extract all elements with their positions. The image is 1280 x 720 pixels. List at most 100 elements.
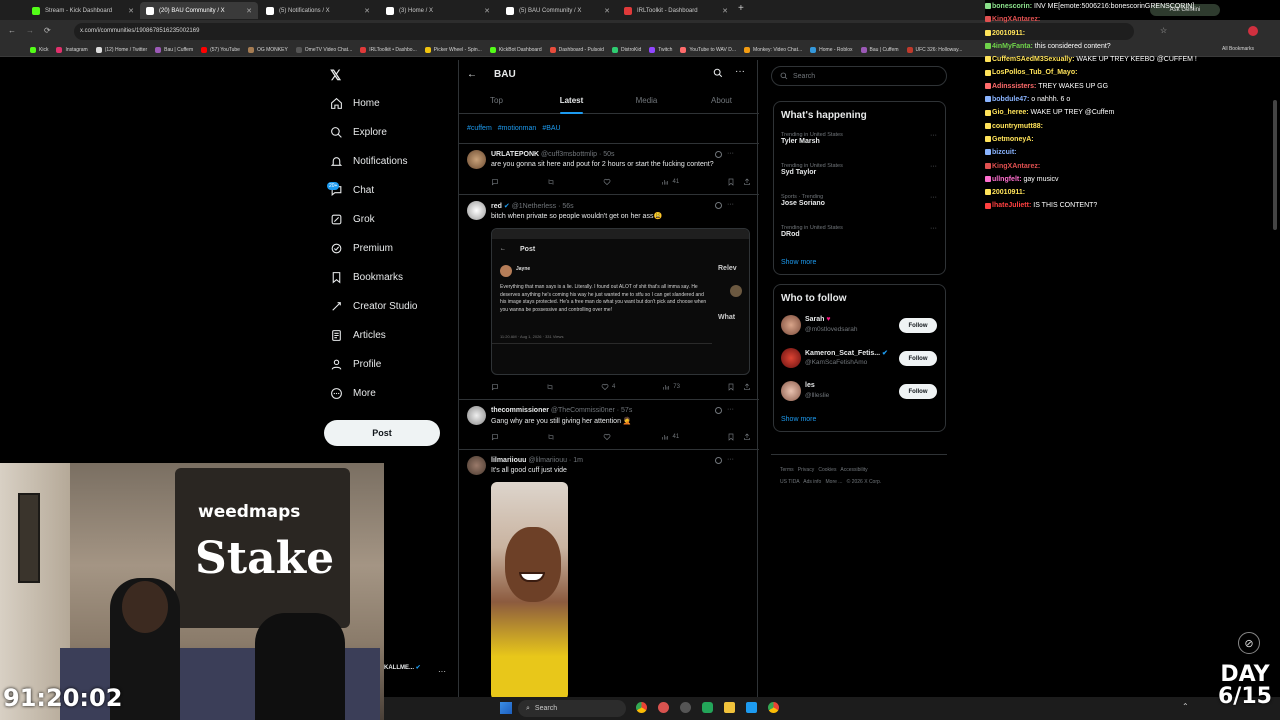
bookmark-item[interactable]: Kick xyxy=(30,46,48,53)
back-arrow-icon[interactable]: ← xyxy=(8,26,16,35)
more-options-icon[interactable]: ··· xyxy=(930,194,937,201)
chat-username[interactable]: GetmoneyA: xyxy=(992,136,1034,143)
bookmark-item[interactable]: DistroKid xyxy=(611,46,641,53)
repost-button[interactable] xyxy=(547,178,555,186)
bookmark-item[interactable]: Bau | Cuffem xyxy=(860,46,899,53)
nav-home[interactable]: Home xyxy=(330,97,380,110)
chat-username[interactable]: Gio_heree: xyxy=(992,109,1029,116)
bookmark-item[interactable]: UFC 326: Holloway... xyxy=(906,46,962,53)
close-icon[interactable]: ✕ xyxy=(246,7,252,15)
bookmark-item[interactable]: IRLToolkit • Dashbo... xyxy=(360,46,417,53)
more-options-icon[interactable]: ··· xyxy=(727,406,734,413)
chat-username[interactable]: CuffemSAedM3Sexually: xyxy=(992,56,1074,63)
browser-tab[interactable]: (5) BAU Community / X ✕ xyxy=(500,2,616,19)
grok-fab-icon[interactable]: ⊘ xyxy=(1238,632,1260,654)
nav-profile[interactable]: Profile xyxy=(330,358,381,371)
search-input[interactable]: Search xyxy=(771,66,947,86)
search-icon[interactable] xyxy=(713,68,723,78)
chat-username[interactable]: bonescorin: xyxy=(992,3,1032,10)
bookmark-item[interactable]: Home - Roblox xyxy=(810,46,853,53)
chat-username[interactable]: lhateJuliett: xyxy=(992,202,1031,209)
footer-link[interactable]: Cookies xyxy=(818,467,836,473)
bookmark-item[interactable]: YouTube to WAV D... xyxy=(680,46,736,53)
footer-link[interactable]: Accessibility xyxy=(840,467,867,473)
folder-icon[interactable] xyxy=(724,702,735,713)
browser-tab[interactable]: (3) Home / X ✕ xyxy=(380,2,496,19)
chrome-icon[interactable] xyxy=(768,702,779,713)
footer-link[interactable]: US TIDA xyxy=(780,479,799,485)
chat-username[interactable]: countrymutt88: xyxy=(992,123,1043,130)
tweet-author[interactable]: URLATEPONK @cuff3msbottmlip · 50s xyxy=(491,151,615,158)
like-button[interactable]: 4 xyxy=(601,383,615,391)
nav-grok[interactable]: Grok xyxy=(330,213,375,226)
tweet[interactable]: URLATEPONK @cuff3msbottmlip · 50s are yo… xyxy=(459,144,759,195)
grok-icon[interactable] xyxy=(715,407,722,414)
tray-chevron-icon[interactable]: ⌃ xyxy=(1182,702,1189,711)
chat-username[interactable]: Adinssisters: xyxy=(992,83,1036,90)
share-icon[interactable] xyxy=(743,178,751,186)
follow-name[interactable]: Kameron_Scat_Fetis... ✔ xyxy=(805,349,888,357)
post-button[interactable]: Post xyxy=(324,420,440,446)
chat-username[interactable]: bobdule47: xyxy=(992,96,1029,103)
x-logo-icon[interactable]: 𝕏 xyxy=(330,67,341,84)
nav-creator-studio[interactable]: Creator Studio xyxy=(330,300,417,313)
footer-link[interactable]: Privacy xyxy=(798,467,814,473)
nav-explore[interactable]: Explore xyxy=(330,126,387,139)
avatar[interactable] xyxy=(467,406,486,425)
views-button[interactable]: 41 xyxy=(661,433,679,441)
reload-icon[interactable]: ⟳ xyxy=(44,26,51,35)
browser-tab[interactable]: Stream - Kick Dashboard ✕ xyxy=(26,2,140,19)
bookmark-item[interactable]: OmeTV Video Chat... xyxy=(295,46,352,53)
tab-top[interactable]: Top xyxy=(459,90,534,113)
windows-start-icon[interactable] xyxy=(500,702,512,714)
trend-item[interactable]: Trending in United States DRod xyxy=(781,225,843,238)
follow-button[interactable]: Follow xyxy=(899,351,937,366)
scrollbar[interactable] xyxy=(1273,100,1277,230)
like-button[interactable] xyxy=(603,178,614,186)
nav-more[interactable]: More xyxy=(330,387,376,400)
avatar[interactable] xyxy=(467,456,486,475)
chat-username[interactable]: KingXAntarez: xyxy=(992,16,1040,23)
bookmark-item[interactable]: (57) YouTube xyxy=(201,46,240,53)
bookmark-item[interactable]: Dashboard - Pulsoid xyxy=(549,46,604,53)
chat-username[interactable]: 4inMyFanta: xyxy=(992,43,1033,50)
bookmark-item[interactable]: KickBot Dashboard xyxy=(489,46,542,53)
grok-icon[interactable] xyxy=(715,151,722,158)
taskbar-search[interactable]: ⌕ Search xyxy=(518,700,626,717)
grok-icon[interactable] xyxy=(715,202,722,209)
footer-link[interactable]: More ... xyxy=(826,479,843,485)
more-options-icon[interactable]: ··· xyxy=(735,66,745,77)
bookmark-icon[interactable] xyxy=(727,433,735,441)
show-more-link[interactable]: Show more xyxy=(781,259,816,266)
chat-username[interactable]: 20010911: xyxy=(992,30,1025,37)
new-tab-plus-icon[interactable]: + xyxy=(738,3,744,14)
share-icon[interactable] xyxy=(743,433,751,441)
repost-button[interactable] xyxy=(547,433,555,441)
tweet-author[interactable]: lilmariiouu @lilmariiouu · 1m xyxy=(491,457,583,464)
tweet[interactable]: thecommissioner @TheCommissi0ner · 57s G… xyxy=(459,400,759,450)
nav-notifications[interactable]: Notifications xyxy=(330,155,407,168)
browser-tab[interactable]: (20) BAU Community / X ✕ xyxy=(140,2,258,19)
chrome-icon[interactable] xyxy=(636,702,647,713)
tab-latest[interactable]: Latest xyxy=(534,90,609,114)
follow-button[interactable]: Follow xyxy=(899,318,937,333)
nav-premium[interactable]: Premium xyxy=(330,242,393,255)
like-button[interactable] xyxy=(603,433,614,441)
bookmark-item[interactable]: OG MONKEY xyxy=(247,46,288,53)
share-icon[interactable] xyxy=(743,383,751,391)
more-options-icon[interactable]: ··· xyxy=(930,163,937,170)
chat-username[interactable]: bizcuit: xyxy=(992,149,1017,156)
tweet-media-image[interactable] xyxy=(491,482,568,700)
bookmark-item[interactable]: Picker Wheel - Spin... xyxy=(424,46,482,53)
more-options-icon[interactable]: ··· xyxy=(727,150,734,157)
more-options-icon[interactable]: ··· xyxy=(930,225,937,232)
chat-username[interactable]: 20010911: xyxy=(992,189,1025,196)
views-button[interactable]: 41 xyxy=(661,178,679,186)
address-bar[interactable]: x.com/i/communities/1908678516235002169 xyxy=(74,23,1134,40)
nav-bookmarks[interactable]: Bookmarks xyxy=(330,271,403,284)
embedded-screenshot-image[interactable]: ← Post Jayne Everything that man says is… xyxy=(491,228,750,375)
follow-name[interactable]: les xyxy=(805,382,815,389)
reply-button[interactable] xyxy=(491,178,499,186)
grok-icon[interactable] xyxy=(715,457,722,464)
tweet-author[interactable]: red ✔ @1Netherless · 56s xyxy=(491,202,574,210)
